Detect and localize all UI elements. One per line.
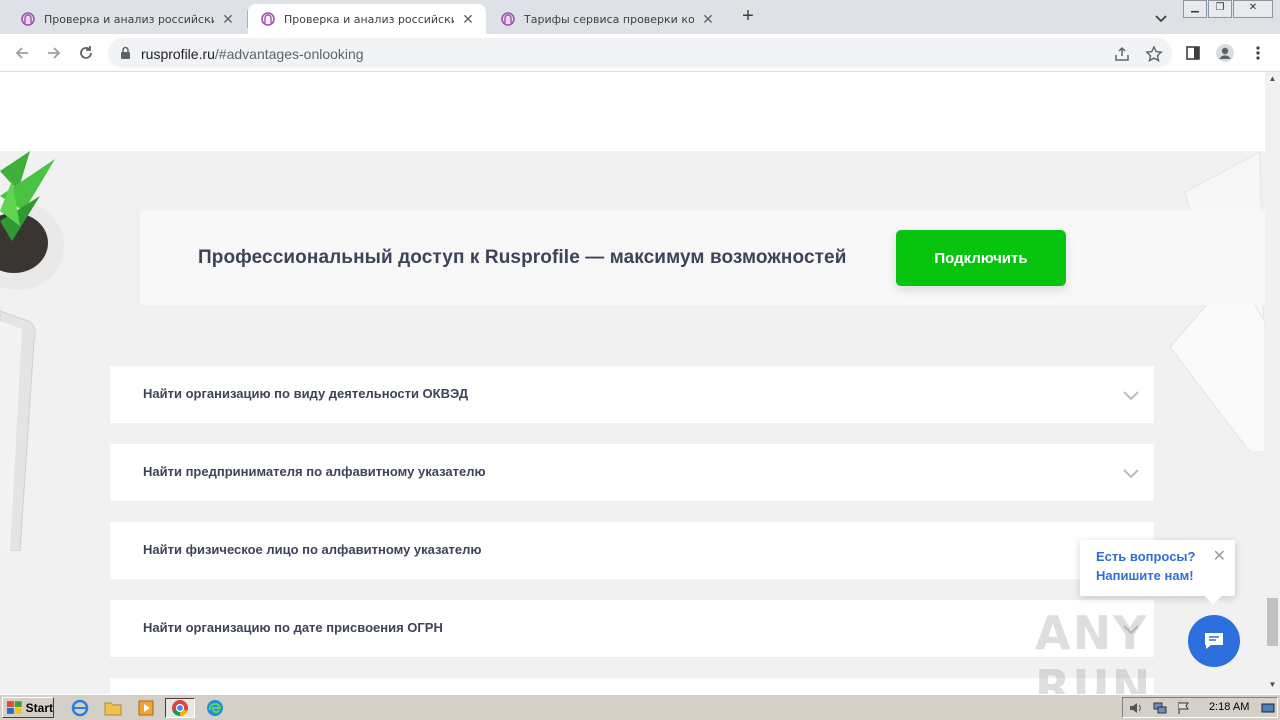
system-tray: 2:18 AM [1122,697,1278,718]
plant-decoration-image [0,151,64,551]
restore-button[interactable]: ❐ [1208,0,1232,18]
new-tab-button[interactable]: + [737,6,759,28]
chat-prompt-line-2: Напишите нам! [1096,568,1194,583]
windows-taskbar: Start 2:18 AM [0,694,1280,720]
bookmark-star-icon[interactable] [1145,45,1163,63]
speaker-icon[interactable] [1129,701,1143,720]
back-arrow-icon[interactable] [10,41,34,65]
close-icon[interactable]: ✕ [1213,546,1226,566]
close-tab-icon[interactable]: ✕ [460,11,476,27]
address-bar[interactable]: rusprofile.ru/#advantages-onlooking [108,38,1172,68]
url-host: rusprofile.ru [141,46,215,62]
share-icon[interactable] [1113,45,1131,63]
accordion-label: Найти организацию по виду деятельности О… [143,386,469,401]
start-label: Start [25,700,53,715]
chrome-taskbar-icon[interactable] [165,698,195,718]
chevron-down-icon[interactable] [1122,464,1140,482]
promo-text: Профессиональный доступ к Rusprofile — м… [198,247,847,268]
rusprofile-favicon [20,11,36,27]
close-window-button[interactable]: ✕ [1233,0,1273,18]
rusprofile-favicon [500,11,516,27]
profile-avatar-icon[interactable] [1213,41,1237,65]
page-scrollbar[interactable]: ▲ ▼ [1265,72,1280,694]
lock-icon[interactable] [120,46,131,65]
page-viewport: Профессиональный доступ к Rusprofile — м… [0,72,1265,694]
scroll-down-icon[interactable]: ▼ [1268,680,1277,689]
forward-arrow-icon[interactable] [42,41,66,65]
browser-toolbar: rusprofile.ru/#advantages-onlooking [0,34,1280,72]
tab-search-chevron-icon[interactable] [1152,9,1170,27]
taskbar-clock[interactable]: 2:18 AM [1209,701,1249,713]
tab-1[interactable]: Проверка и анализ российских юр ✕ [8,4,246,34]
windows-logo-icon [7,700,22,714]
action-center-flag-icon[interactable] [1177,701,1191,720]
accordion-label: Найти физическое лицо по алфавитному ука… [143,542,482,557]
ie-icon[interactable] [70,698,90,718]
minimize-button[interactable]: ▁ [1183,0,1207,18]
accordion-item-person[interactable]: Найти физическое лицо по алфавитному ука… [110,522,1154,579]
media-player-icon[interactable] [136,698,156,718]
accordion-item-okved[interactable]: Найти организацию по виду деятельности О… [110,366,1154,423]
start-button[interactable]: Start [2,697,54,718]
url-text: rusprofile.ru/#advantages-onlooking [141,46,364,62]
tab-title: Тарифы сервиса проверки контра [524,12,694,26]
chat-prompt-bubble[interactable]: Есть вопросы? Напишите нам! ✕ [1080,540,1235,605]
edge-icon[interactable] [205,698,225,718]
chat-prompt-line-1: Есть вопросы? [1096,549,1196,564]
tab-2[interactable]: Проверка и анализ российских юр ✕ [248,4,486,34]
chat-open-button[interactable] [1188,615,1240,667]
tab-strip: Проверка и анализ российских юр ✕ Провер… [0,0,1280,34]
scroll-up-icon[interactable]: ▲ [1268,74,1277,83]
accordion-item-next[interactable] [110,678,1154,694]
connect-button[interactable]: Подключить [896,230,1066,286]
chat-icon [1205,633,1223,649]
network-icon[interactable] [1153,701,1167,720]
close-tab-icon[interactable]: ✕ [700,11,716,27]
kebab-menu-icon[interactable] [1246,41,1270,65]
rusprofile-favicon [260,11,276,27]
tab-3[interactable]: Тарифы сервиса проверки контра ✕ [488,4,726,34]
scrollbar-thumb[interactable] [1267,598,1278,646]
accordion-item-ogrn[interactable]: Найти организацию по дате присвоения ОГР… [110,600,1154,657]
tab-title: Проверка и анализ российских юр [44,12,214,26]
side-panel-icon[interactable] [1181,41,1205,65]
promo-banner: Профессиональный доступ к Rusprofile — м… [140,211,1265,305]
accordion-item-entrepreneur[interactable]: Найти предпринимателя по алфавитному ука… [110,444,1154,501]
close-tab-icon[interactable]: ✕ [220,11,236,27]
tab-title: Проверка и анализ российских юр [284,12,454,26]
url-path: /#advantages-onlooking [214,46,364,62]
accordion-label: Найти организацию по дате присвоения ОГР… [143,620,443,635]
chevron-down-icon[interactable] [1122,386,1140,404]
show-desktop-icon[interactable] [1261,701,1275,720]
folder-icon[interactable] [103,698,123,718]
reload-icon[interactable] [74,41,98,65]
accordion-label: Найти предпринимателя по алфавитному ука… [143,464,486,479]
